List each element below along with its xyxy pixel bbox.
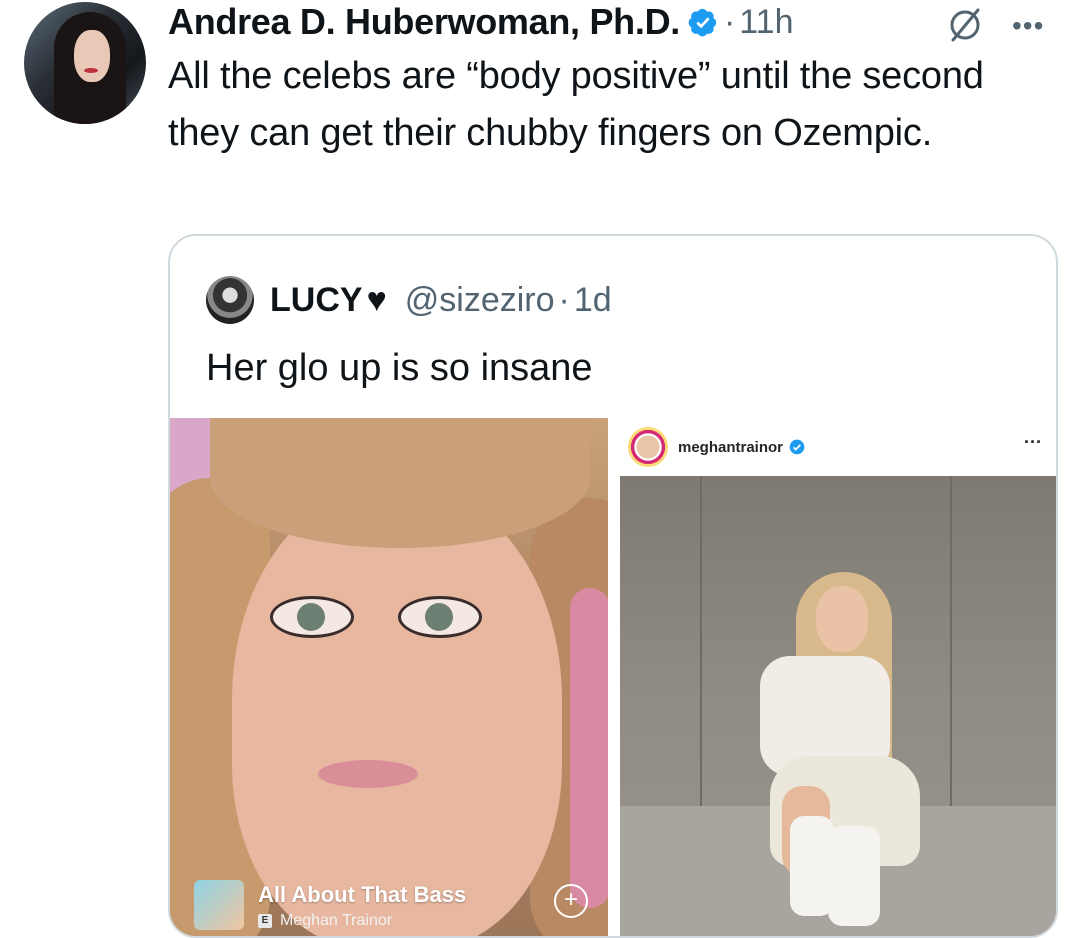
album-art: [194, 880, 244, 930]
verified-badge-icon: [688, 8, 717, 37]
quote-text: Her glo up is so insane: [206, 347, 593, 389]
author-name[interactable]: Andrea D. Huberwoman, Ph.D.: [168, 1, 680, 43]
ig-verified-icon: [789, 439, 805, 455]
media-divider: [608, 418, 620, 936]
separator-dot: ·: [723, 2, 736, 41]
quote-timestamp[interactable]: 1d: [574, 281, 612, 320]
heart-icon: ♥: [366, 280, 387, 319]
artist-row: E Meghan Trainor: [258, 912, 392, 930]
avatar-lips: [84, 68, 98, 73]
wall-seam: [950, 476, 952, 806]
ig-photo: [620, 476, 1056, 936]
person-face: [816, 586, 868, 652]
quote-header: LUCY ♥ @sizeziro · 1d: [206, 270, 612, 330]
ig-more-icon: ···: [1024, 432, 1042, 452]
ig-avatar: [628, 427, 668, 467]
hair-pink-streak: [570, 588, 608, 908]
timestamp[interactable]: 11h: [739, 3, 793, 42]
grok-icon[interactable]: [945, 4, 985, 44]
quote-handle[interactable]: @sizeziro: [405, 281, 555, 320]
quoted-tweet-card[interactable]: LUCY ♥ @sizeziro · 1d Her glo up is so i…: [168, 234, 1058, 938]
tweet-text: All the celebs are “body positive” until…: [168, 55, 984, 154]
eye-left: [270, 596, 354, 638]
artist-name: Meghan Trainor: [280, 912, 393, 929]
quote-author-name[interactable]: LUCY: [270, 281, 363, 320]
quote-avatar[interactable]: [206, 276, 254, 324]
avatar[interactable]: [24, 2, 146, 124]
avatar-face: [74, 30, 110, 82]
tweet-header: Andrea D. Huberwoman, Ph.D. · 11h: [168, 0, 794, 44]
face: [232, 488, 562, 936]
music-sticker[interactable]: All About That Bass E Meghan Trainor +: [194, 880, 594, 936]
explicit-icon: E: [258, 914, 272, 928]
mouth: [318, 760, 418, 788]
more-icon[interactable]: •••: [1012, 10, 1044, 42]
media-image-left[interactable]: All About That Bass E Meghan Trainor +: [170, 418, 608, 936]
person-boot-right: [828, 826, 880, 926]
media-image-right[interactable]: meghantrainor ···: [620, 418, 1056, 936]
eye-right: [398, 596, 482, 638]
ig-username: meghantrainor: [678, 438, 784, 456]
song-title: All About That Bass: [258, 882, 467, 907]
instagram-post-header: meghantrainor ···: [620, 418, 1056, 476]
separator-dot: ·: [558, 280, 570, 319]
wall-seam: [700, 476, 702, 806]
